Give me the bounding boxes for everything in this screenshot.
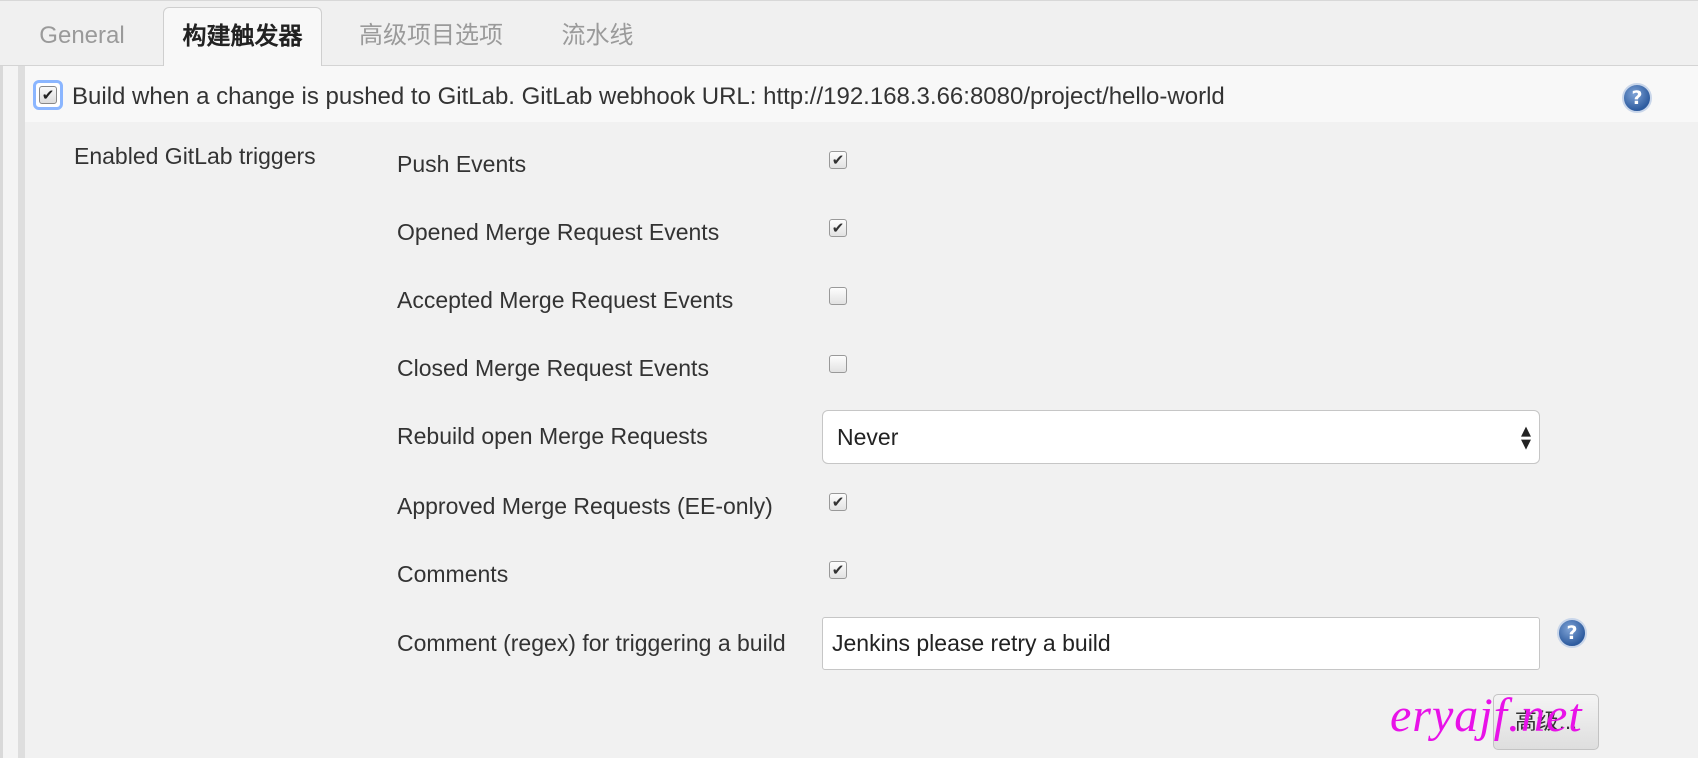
rebuild-open-mr-label: Rebuild open Merge Requests: [397, 423, 708, 449]
accepted-mr-events-label: Accepted Merge Request Events: [397, 287, 734, 313]
approved-mr-label: Approved Merge Requests (EE-only): [397, 493, 773, 519]
section-indent-bar: [18, 66, 25, 758]
push-events-label: Push Events: [397, 151, 527, 177]
tab-build-triggers[interactable]: 构建触发器: [163, 7, 322, 68]
closed-mr-events-checkbox[interactable]: [829, 355, 847, 373]
tab-bar: General 构建触发器 高级项目选项 流水线: [0, 0, 1698, 68]
rebuild-open-mr-select[interactable]: Never ▲ ▼: [822, 410, 1540, 464]
rebuild-open-mr-value: Never: [837, 424, 899, 450]
tab-pipeline[interactable]: 流水线: [540, 1, 655, 67]
comment-regex-input[interactable]: Jenkins please retry a build: [822, 617, 1540, 670]
select-arrows-icon: ▲ ▼: [1521, 424, 1531, 452]
left-divider: [0, 66, 3, 758]
push-events-checkbox[interactable]: ✔: [829, 151, 847, 169]
enabled-gitlab-triggers-label: Enabled GitLab triggers: [74, 143, 316, 169]
comments-label: Comments: [397, 561, 509, 587]
tab-general[interactable]: General: [2, 1, 162, 67]
closed-mr-events-label: Closed Merge Request Events: [397, 355, 709, 381]
comments-checkbox[interactable]: ✔: [829, 561, 847, 579]
watermark-text: eryajf.net: [1390, 689, 1583, 742]
approved-mr-checkbox[interactable]: ✔: [829, 493, 847, 511]
checkmark-icon: ✔: [39, 86, 57, 104]
tab-advanced-project-options[interactable]: 高级项目选项: [330, 1, 532, 67]
comment-regex-label: Comment (regex) for triggering a build: [397, 630, 786, 656]
opened-mr-events-checkbox[interactable]: ✔: [829, 219, 847, 237]
comment-regex-help-icon[interactable]: ?: [1557, 618, 1587, 648]
jenkins-config-page: General 构建触发器 高级项目选项 流水线 ✔ Build when a …: [0, 0, 1698, 758]
build-on-push-label: Build when a change is pushed to GitLab.…: [72, 83, 1225, 110]
help-icon[interactable]: ?: [1622, 83, 1652, 113]
accepted-mr-events-checkbox[interactable]: [829, 287, 847, 305]
build-on-push-checkbox[interactable]: ✔: [33, 80, 63, 110]
opened-mr-events-label: Opened Merge Request Events: [397, 219, 720, 245]
